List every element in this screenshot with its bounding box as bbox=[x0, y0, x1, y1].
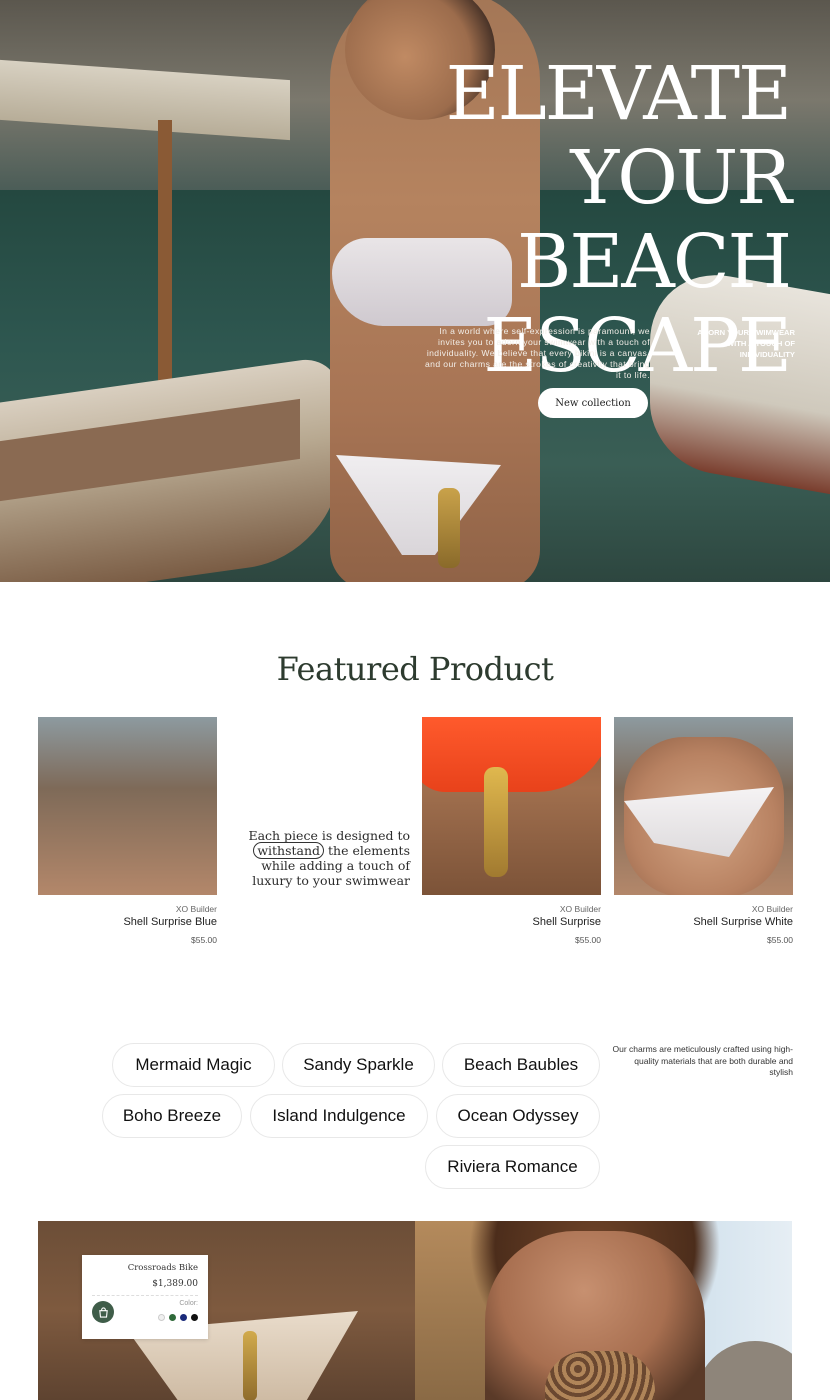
add-to-cart-button[interactable] bbox=[92, 1301, 114, 1323]
hero-charm bbox=[438, 488, 460, 568]
category-chip[interactable]: Ocean Odyssey bbox=[436, 1094, 600, 1138]
category-chip[interactable]: Mermaid Magic bbox=[112, 1043, 275, 1087]
category-chip[interactable]: Beach Baubles bbox=[442, 1043, 600, 1087]
product-brand: XO Builder bbox=[175, 904, 217, 914]
product-image-charm bbox=[484, 767, 508, 877]
product-image[interactable] bbox=[614, 717, 793, 895]
color-swatch[interactable] bbox=[180, 1314, 187, 1321]
hero-section: Elevate your beach escape In a world whe… bbox=[0, 0, 830, 582]
featured-note: Each piece is designed to withstand the … bbox=[225, 828, 410, 888]
featured-note-circled: withstand bbox=[253, 842, 325, 859]
new-collection-button[interactable]: New collection bbox=[538, 388, 648, 418]
product-image[interactable] bbox=[422, 717, 601, 895]
hero-blurb: In a world where self-expression is para… bbox=[424, 326, 650, 380]
product-card[interactable]: XO Builder Shell Surprise $55.00 bbox=[422, 717, 601, 945]
product-name[interactable]: Shell Surprise bbox=[422, 916, 601, 928]
shopping-bag-icon bbox=[98, 1306, 109, 1318]
product-price: $55.00 bbox=[191, 935, 217, 945]
category-chip[interactable]: Island Indulgence bbox=[250, 1094, 428, 1138]
color-swatch[interactable] bbox=[191, 1314, 198, 1321]
bottom-right-bikini-top bbox=[545, 1351, 655, 1400]
product-card[interactable]: XO Builder Shell Surprise Blue $55.00 bbox=[38, 717, 217, 945]
bottom-image-right bbox=[415, 1221, 792, 1400]
product-image-bikini bbox=[422, 717, 601, 792]
bottom-left-charm bbox=[243, 1331, 257, 1400]
product-name[interactable]: Shell Surprise Blue bbox=[38, 916, 217, 928]
quick-view-card[interactable]: Crossroads Bike $1,389.00 Color: bbox=[82, 1255, 208, 1339]
product-price: $55.00 bbox=[575, 935, 601, 945]
product-image[interactable] bbox=[38, 717, 217, 895]
hero-side-text: Adorn your swimwear with a touch of indi… bbox=[697, 328, 795, 359]
hero-boat-mast bbox=[158, 120, 172, 410]
color-swatches bbox=[158, 1314, 198, 1321]
quick-card-price: $1,389.00 bbox=[152, 1279, 198, 1289]
category-chip[interactable]: Boho Breeze bbox=[102, 1094, 242, 1138]
categories-note: Our charms are meticulously crafted usin… bbox=[612, 1044, 793, 1077]
category-chip[interactable]: Riviera Romance bbox=[425, 1145, 600, 1189]
product-card[interactable]: XO Builder Shell Surprise White $55.00 bbox=[614, 717, 793, 945]
featured-title: Featured Product bbox=[276, 650, 554, 688]
product-price: $55.00 bbox=[767, 935, 793, 945]
product-brand: XO Builder bbox=[559, 904, 601, 914]
quick-card-divider bbox=[92, 1295, 198, 1296]
featured-note-text: Each piece is designed to bbox=[248, 828, 410, 843]
color-swatch[interactable] bbox=[158, 1314, 165, 1321]
color-swatch[interactable] bbox=[169, 1314, 176, 1321]
product-brand: XO Builder bbox=[751, 904, 793, 914]
product-name[interactable]: Shell Surprise White bbox=[614, 916, 793, 928]
category-chip[interactable]: Sandy Sparkle bbox=[282, 1043, 435, 1087]
quick-card-name[interactable]: Crossroads Bike bbox=[92, 1263, 198, 1273]
